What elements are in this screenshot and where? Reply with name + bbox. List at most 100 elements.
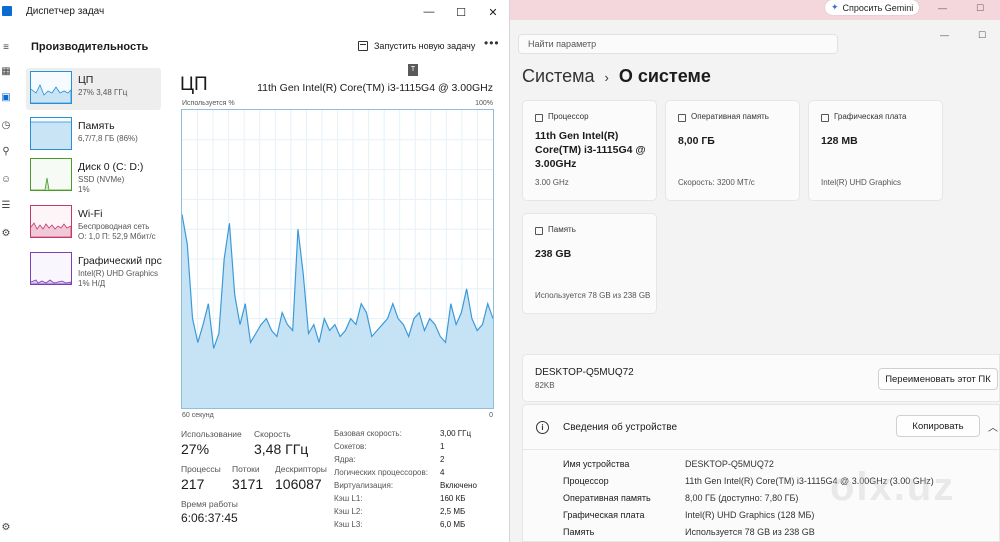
- sidebar-item-disk[interactable]: Диск 0 (C: D:) SSD (NVMe) 1%: [26, 155, 161, 197]
- speed-value: 3,48 ГГц: [254, 441, 309, 457]
- spec-row-label: Графическая плата: [563, 510, 645, 520]
- processes-label: Процессы: [181, 464, 221, 474]
- cpu-usage-graph: [181, 109, 494, 409]
- menu-icon[interactable]: ≡: [0, 42, 12, 54]
- card-value: 128 MB: [821, 135, 858, 147]
- browser-top-bar: ✦ Спросить Gemini — ☐: [510, 0, 1000, 20]
- breadcrumb: Система › О системе: [522, 66, 711, 87]
- specs-title: Сведения об устройстве: [563, 422, 678, 433]
- usage-value: 27%: [181, 441, 210, 457]
- spec-row-label: Память: [563, 527, 595, 537]
- gemini-label: Спросить Gemini: [842, 2, 914, 13]
- spec-card-storage: Память 238 GB Используется 78 GB из 238 …: [522, 213, 657, 314]
- graph-y-label: Используется %: [182, 100, 235, 107]
- app-history-icon[interactable]: ◷: [0, 120, 12, 132]
- graph-y-min: 0: [489, 412, 493, 419]
- sidebar-item-wifi[interactable]: Wi-Fi Беспроводная сеть О: 1,0 П: 52,9 М…: [26, 202, 161, 244]
- spec-card-ram: Оперативная память 8,00 ГБ Скорость: 320…: [665, 100, 800, 201]
- spec-label: Сокетов:: [334, 442, 367, 451]
- users-icon[interactable]: ☺: [0, 174, 12, 186]
- handles-label: Дескрипторы: [275, 464, 327, 474]
- performance-sidebar: ЦП 27% 3,48 ГГц Память 6,7/7,8 ГБ (86%) …: [26, 68, 162, 542]
- settings-maximize-button[interactable]: ☐: [978, 30, 986, 41]
- sidebar-item-cpu[interactable]: ЦП 27% 3,48 ГГц: [26, 68, 161, 110]
- processes-icon[interactable]: ▦: [0, 66, 12, 78]
- tooltip-marker: T: [408, 64, 418, 76]
- settings-icon[interactable]: ⚙: [0, 522, 12, 534]
- spec-label: Кэш L1:: [334, 494, 363, 503]
- divider: [523, 449, 1000, 450]
- card-sub: 3.00 GHz: [535, 178, 569, 187]
- breadcrumb-chevron-icon: ›: [604, 70, 609, 85]
- sidebar-item-detail-2: 1%: [78, 185, 90, 194]
- spec-row-label: Оперативная память: [563, 493, 651, 503]
- run-task-icon: [358, 41, 368, 51]
- minimize-button[interactable]: —: [414, 0, 444, 24]
- sidebar-item-label: ЦП: [78, 74, 94, 86]
- task-manager-app-icon: [2, 6, 12, 16]
- threads-value: 3171: [232, 476, 264, 492]
- settings-title-bar: Найти параметр — ☐: [510, 20, 1000, 54]
- sidebar-item-gpu[interactable]: Графический прс Intel(R) UHD Graphics 1%…: [26, 249, 162, 291]
- breadcrumb-current: О системе: [618, 66, 711, 86]
- processes-value: 217: [181, 476, 205, 492]
- card-value: 11th Gen Intel(R) Core(TM) i3-1115G4 @ 3…: [535, 130, 646, 170]
- details-icon[interactable]: ☰: [0, 200, 12, 212]
- spec-value: 6,0 МБ: [440, 520, 466, 529]
- spec-card-gpu: Графическая плата 128 MB Intel(R) UHD Gr…: [808, 100, 943, 201]
- spec-row-value: 8,00 ГБ (доступно: 7,80 ГБ): [685, 493, 799, 503]
- ram-icon: [678, 114, 686, 122]
- page-title: Производительность: [31, 41, 149, 53]
- more-options-button[interactable]: •••: [484, 36, 500, 50]
- browser-maximize-button[interactable]: ☐: [976, 3, 984, 14]
- sidebar-item-detail: SSD (NVMe): [78, 175, 125, 184]
- spec-label: Кэш L3:: [334, 520, 363, 529]
- maximize-button[interactable]: ☐: [446, 0, 476, 24]
- device-model: 82KB: [535, 381, 555, 390]
- graph-x-label: 60 секунд: [182, 412, 214, 419]
- handles-value: 106087: [275, 476, 322, 492]
- spec-row-label: Имя устройства: [563, 459, 630, 469]
- spec-value: 160 КБ: [440, 494, 466, 503]
- spec-label: Ядра:: [334, 455, 356, 464]
- title-bar[interactable]: Диспетчер задач — ☐ ✕: [0, 0, 509, 24]
- device-name: DESKTOP-Q5MUQ72: [535, 367, 634, 378]
- rename-pc-button[interactable]: Переименовать этот ПК: [878, 368, 998, 390]
- startup-icon[interactable]: ⚲: [0, 146, 12, 158]
- sidebar-item-detail: 27% 3,48 ГГц: [78, 88, 128, 97]
- settings-search-input[interactable]: Найти параметр: [518, 34, 838, 54]
- card-value: 8,00 ГБ: [678, 135, 715, 147]
- spec-row-value: DESKTOP-Q5MUQ72: [685, 459, 774, 469]
- sidebar-item-label: Графический прс: [78, 255, 162, 267]
- sidebar-item-detail: Беспроводная сеть: [78, 222, 150, 231]
- services-icon[interactable]: ⚙: [0, 228, 12, 240]
- performance-icon[interactable]: ▣: [0, 92, 12, 104]
- copy-button[interactable]: Копировать: [896, 415, 980, 437]
- sidebar-item-label: Память: [78, 120, 115, 132]
- nav-rail: ≡ ▦ ▣ ◷ ⚲ ☺ ☰ ⚙ ⚙: [0, 24, 14, 542]
- close-button[interactable]: ✕: [478, 0, 508, 24]
- cpu-heading: ЦП: [180, 74, 208, 95]
- browser-minimize-button[interactable]: —: [938, 3, 947, 13]
- spec-value: 2: [440, 455, 445, 464]
- cpu-sparkline: [30, 71, 72, 104]
- card-sub: Скорость: 3200 МТ/с: [678, 178, 755, 187]
- sidebar-item-memory[interactable]: Память 6,7/7,8 ГБ (86%): [26, 114, 161, 156]
- ask-gemini-button[interactable]: ✦ Спросить Gemini: [825, 0, 920, 15]
- gpu-icon: [821, 114, 829, 122]
- breadcrumb-parent[interactable]: Система: [522, 66, 595, 86]
- spec-row-value: Intel(R) UHD Graphics (128 МБ): [685, 510, 815, 520]
- card-label: Память: [548, 225, 576, 234]
- wifi-sparkline: [30, 205, 72, 238]
- run-new-task-button[interactable]: Запустить новую задачу: [358, 38, 475, 54]
- cpu-panel: ЦП T 11th Gen Intel(R) Core(TM) i3-1115G…: [180, 64, 498, 542]
- spec-value: 4: [440, 468, 445, 477]
- settings-minimize-button[interactable]: —: [940, 30, 949, 40]
- spec-value: Включено: [440, 481, 477, 490]
- speed-label: Скорость: [254, 429, 291, 439]
- storage-icon: [535, 227, 543, 235]
- card-label: Графическая плата: [834, 112, 907, 121]
- tm-header: Производительность Запустить новую задач…: [14, 24, 509, 68]
- gemini-star-icon: ✦: [831, 2, 839, 12]
- chevron-up-icon[interactable]: ︿: [988, 419, 998, 434]
